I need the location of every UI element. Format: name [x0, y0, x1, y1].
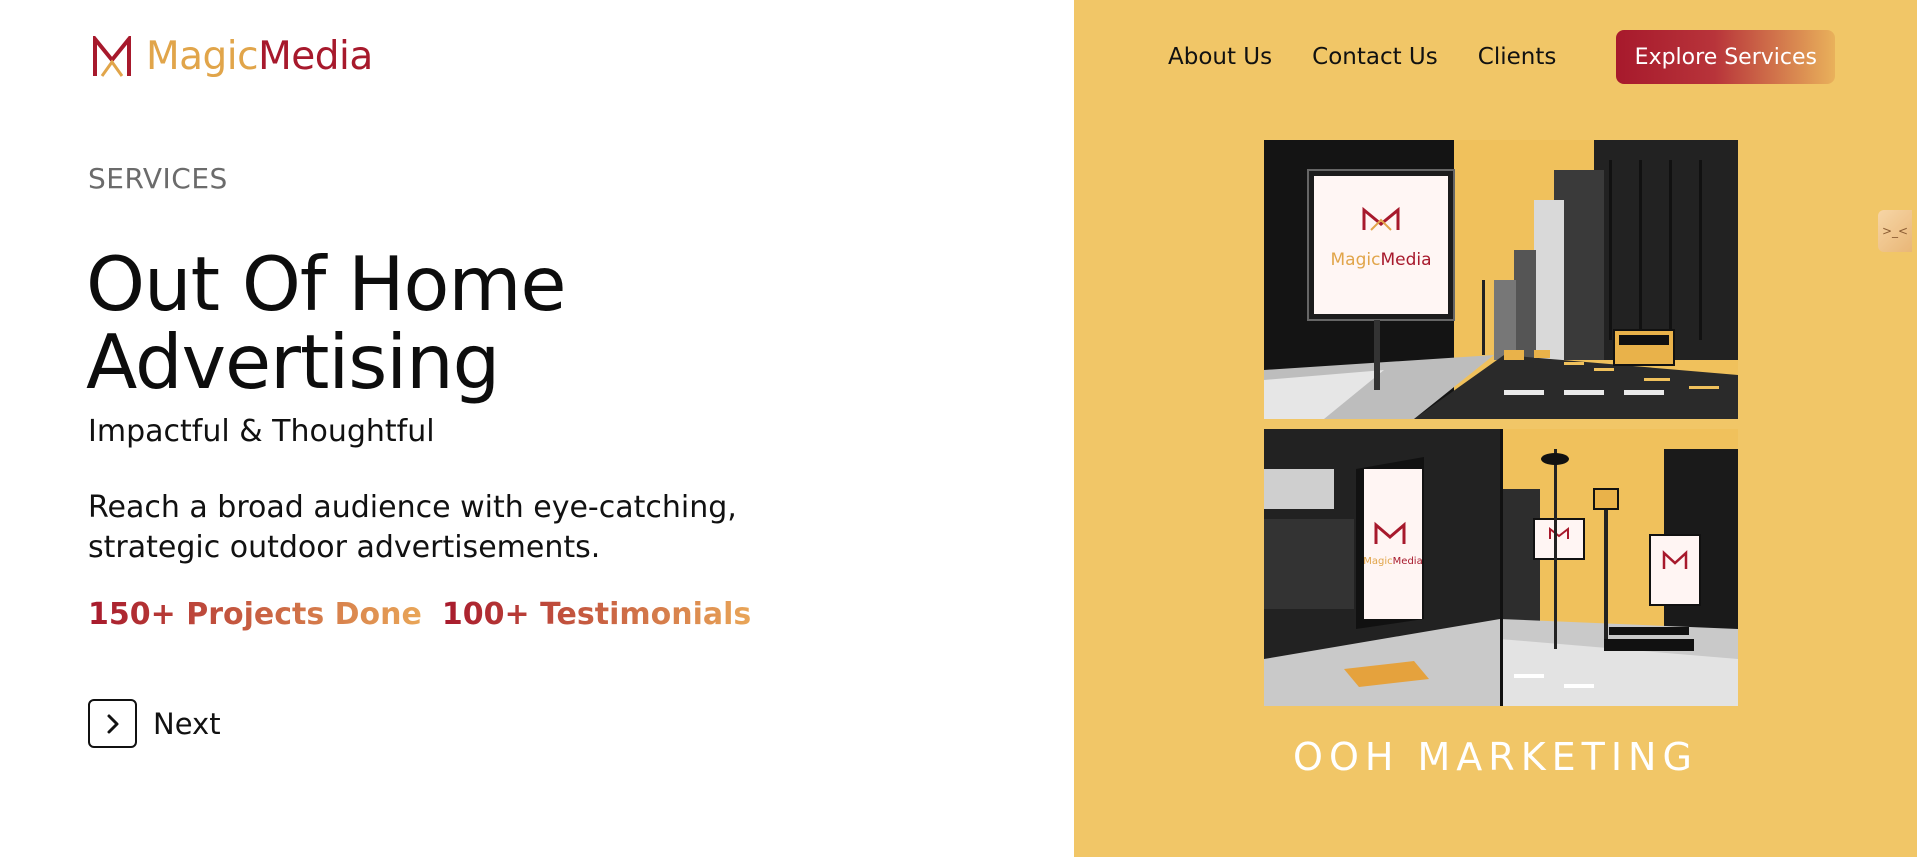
stats-row: 150+ Projects Done 100+ Testimonials: [88, 597, 771, 632]
brand-name: MagicMedia: [146, 36, 373, 78]
chevron-right-icon: [107, 714, 118, 733]
billboard1-media: Media: [1380, 250, 1431, 270]
logo-mark-icon: [93, 36, 131, 77]
next-box: [88, 699, 137, 748]
brand-media: Media: [258, 34, 373, 79]
next-label: Next: [153, 706, 221, 741]
page-title: Out Of Home Advertising: [86, 240, 567, 406]
widget-icon[interactable]: >_<: [1878, 210, 1912, 252]
gallery-caption: OOH MARKETING: [1293, 735, 1698, 779]
svg-text:MagicMedia: MagicMedia: [1363, 556, 1422, 567]
nav-clients-link[interactable]: Clients: [1478, 31, 1557, 83]
service-description: Reach a broad audience with eye-catching…: [88, 490, 737, 565]
top-nav: About Us Contact Us Clients Explore Serv…: [1168, 30, 1836, 84]
ooh-image-plaza: MagicMedia: [1264, 429, 1738, 706]
section-eyebrow: SERVICES: [88, 162, 228, 195]
ooh-image-street: MagicMedia: [1264, 140, 1738, 419]
stat-projects: 150+ Projects Done: [88, 597, 422, 632]
brand-magic: Magic: [146, 34, 259, 79]
billboard2-media: Media: [1393, 556, 1423, 567]
page-subtitle: Impactful & Thoughtful: [88, 414, 435, 449]
nav-contact-link[interactable]: Contact Us: [1312, 31, 1438, 83]
nav-about-link[interactable]: About Us: [1168, 31, 1272, 83]
svg-text:MagicMedia: MagicMedia: [1330, 250, 1431, 270]
billboard1-magic: Magic: [1330, 250, 1380, 270]
stat-testimonials: 100+ Testimonials: [441, 597, 752, 632]
next-button[interactable]: Next: [88, 699, 221, 748]
billboard2-magic: Magic: [1363, 556, 1392, 567]
explore-services-button[interactable]: Explore Services: [1616, 30, 1836, 84]
brand-logo[interactable]: MagicMedia: [92, 36, 373, 78]
